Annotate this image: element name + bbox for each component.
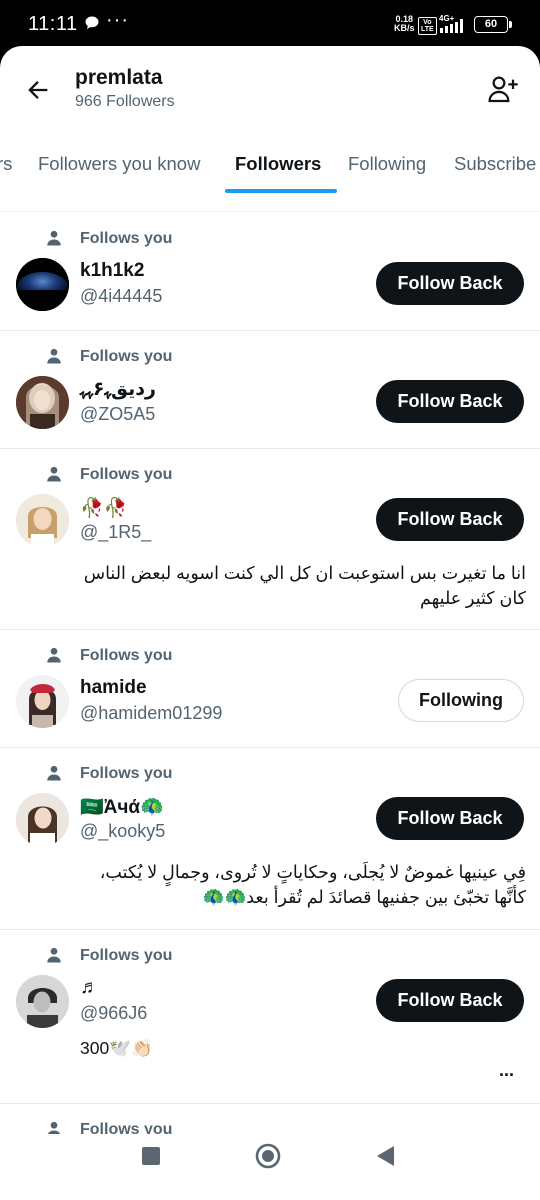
tab-bar: rs Followers you know Followers Followin…: [0, 136, 540, 192]
follows-you-label: Follows you: [80, 348, 173, 365]
display-name: 🥀🥀: [80, 498, 128, 519]
recents-button[interactable]: [141, 1146, 161, 1171]
avatar[interactable]: [16, 376, 69, 429]
display-name: k1h1k2: [80, 260, 145, 281]
follower-row[interactable]: Follows you ردیقﮩ۶ﮩﮩ @ZO5A5 Follow Back: [0, 331, 540, 449]
arrow-left-icon: [28, 81, 48, 99]
person-icon: [47, 647, 61, 663]
divider: [0, 211, 540, 212]
header: premlata 966 Followers: [0, 46, 540, 136]
handle: @hamidem01299: [80, 703, 223, 723]
square-icon: [142, 1147, 160, 1165]
follow-back-button[interactable]: Follow Back: [376, 979, 524, 1022]
handle: @966J6: [80, 1003, 148, 1023]
more-notifications-icon: ···: [106, 9, 129, 31]
battery-level: 60: [484, 18, 498, 30]
follows-you-label: Follows you: [80, 947, 173, 964]
circle-icon: [255, 1143, 281, 1169]
followers-list: Follows you k1h1k2 @4i44445 Follow Back …: [0, 213, 540, 1200]
status-bar: 11:11 ··· 0.18 KB/s Vo LTE 4G+ 60: [0, 0, 540, 48]
add-user-icon: [488, 76, 518, 103]
network-type: 4G+: [439, 14, 455, 23]
bio: 300🕊️👏🏻: [80, 1038, 153, 1058]
follower-row[interactable]: Follows you hamide @hamidem01299 Followi…: [0, 630, 540, 748]
tab-following[interactable]: Following: [348, 153, 426, 175]
display-name: ♬: [80, 977, 99, 998]
back-button[interactable]: [20, 72, 56, 108]
follower-row[interactable]: Follows you 🇸🇦Ἀчά🦚 @_kooky5 Follow Back …: [0, 748, 540, 930]
followers-count: 966 Followers: [75, 93, 175, 110]
follower-row[interactable]: Follows you 🥀🥀 @_1R5_ Follow Back انا ما…: [0, 449, 540, 630]
system-nav-bar: [0, 1134, 540, 1200]
follower-row[interactable]: Follows you k1h1k2 @4i44445 Follow Back: [0, 213, 540, 331]
person-icon: [47, 230, 61, 246]
person-icon: [47, 466, 61, 482]
following-button[interactable]: Following: [398, 679, 524, 722]
person-icon: [47, 765, 61, 781]
add-user-button[interactable]: [484, 70, 522, 108]
follow-back-button[interactable]: Follow Back: [376, 262, 524, 305]
person-icon: [47, 947, 61, 963]
follows-you-label: Follows you: [80, 765, 173, 782]
bio: فِي عينيها غموضٌ لا يُجلَى، وحكاياتٍ لا …: [99, 862, 526, 907]
handle: @4i44445: [80, 286, 163, 306]
home-button[interactable]: [255, 1143, 281, 1174]
avatar[interactable]: [16, 258, 69, 311]
tab-followers[interactable]: Followers: [235, 153, 321, 175]
display-name: ردیقﮩ۶ﮩﮩ: [80, 379, 156, 400]
follow-back-button[interactable]: Follow Back: [376, 380, 524, 423]
status-time: 11:11: [28, 13, 78, 35]
handle: @_1R5_: [80, 522, 152, 542]
signal-icon: 4G+: [438, 13, 470, 40]
follows-you-label: Follows you: [80, 230, 173, 247]
network-speed: 0.18 KB/s: [394, 14, 415, 33]
display-name: 🇸🇦Ἀчά🦚: [80, 797, 164, 818]
follows-you-label: Follows you: [80, 466, 173, 483]
active-tab-indicator: [225, 189, 337, 193]
follow-back-button[interactable]: Follow Back: [376, 797, 524, 840]
display-name: hamide: [80, 677, 147, 698]
handle: @ZO5A5: [80, 404, 156, 424]
handle: @_kooky5: [80, 821, 166, 841]
tab-prev[interactable]: rs: [0, 153, 12, 175]
more-text-indicator: ...: [498, 1060, 514, 1080]
avatar[interactable]: [16, 975, 69, 1028]
profile-name: premlata: [75, 66, 163, 89]
avatar[interactable]: [16, 494, 69, 547]
follow-back-button[interactable]: Follow Back: [376, 498, 524, 541]
avatar[interactable]: [16, 793, 69, 846]
bio: انا ما تغيرت بس استوعبت ان كل الي كنت اس…: [83, 563, 526, 608]
follower-row[interactable]: Follows you ♬ @966J6 Follow Back 300🕊️👏🏻…: [0, 930, 540, 1104]
tab-followers-you-know[interactable]: Followers you know: [38, 153, 200, 175]
triangle-back-icon: [377, 1146, 394, 1166]
back-nav-button[interactable]: [375, 1145, 395, 1172]
volte-badge: Vo LTE: [418, 17, 437, 35]
tab-subscriptions[interactable]: Subscribe: [454, 153, 536, 175]
chat-bubble-icon: [84, 15, 100, 36]
avatar[interactable]: [16, 675, 69, 728]
followers-screen: premlata 966 Followers rs Followers you …: [0, 46, 540, 1200]
follows-you-label: Follows you: [80, 647, 173, 664]
person-icon: [47, 348, 61, 364]
battery-icon: 60: [474, 16, 512, 33]
